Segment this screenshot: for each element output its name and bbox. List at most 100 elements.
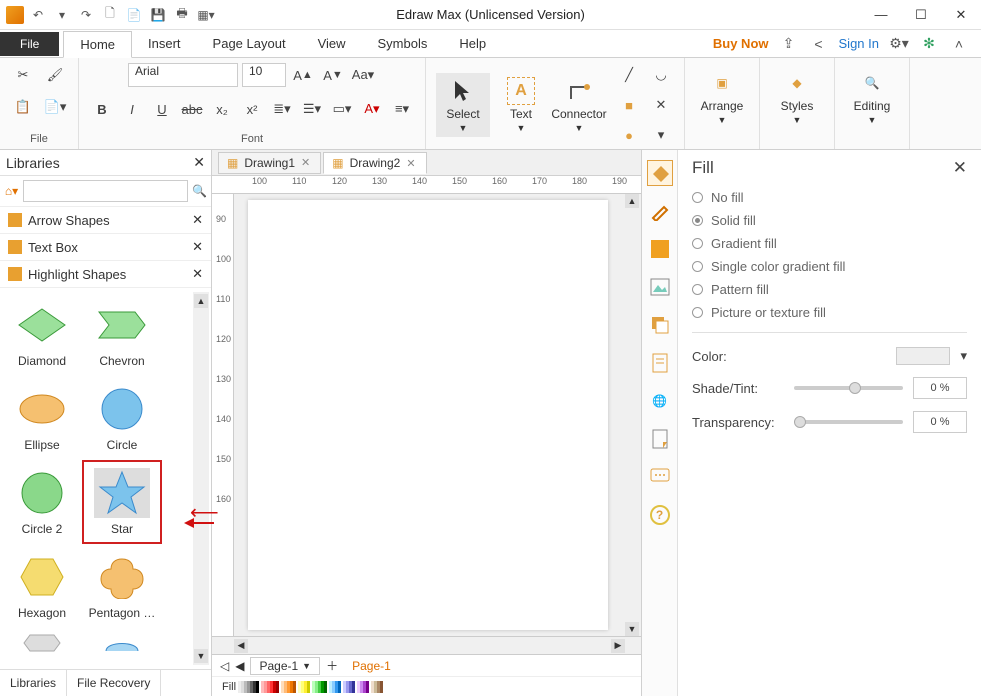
shade-spinner[interactable]: 0 % — [913, 377, 967, 399]
export-icon[interactable]: ⇪ — [779, 34, 799, 54]
redo-button[interactable]: ↷ — [76, 5, 96, 25]
image-icon[interactable] — [647, 274, 673, 300]
file-menu[interactable]: File — [0, 32, 59, 56]
qat-new-icon[interactable]: 🗋 — [100, 5, 120, 25]
font-color-icon[interactable]: A▾ — [359, 96, 385, 122]
footer-tab-libraries[interactable]: Libraries — [0, 670, 67, 696]
search-icon[interactable]: 🔍 — [192, 182, 207, 200]
subscript-button[interactable]: x₂ — [209, 96, 235, 122]
shape-circle2[interactable]: Circle 2 — [2, 460, 82, 544]
scroll-down-icon[interactable]: ▼ — [625, 622, 639, 636]
align-icon[interactable]: ≡▾ — [389, 96, 415, 122]
oval-shape-icon[interactable]: ● — [616, 122, 642, 148]
swatch-strip[interactable] — [371, 681, 383, 693]
buy-now-link[interactable]: Buy Now — [713, 36, 769, 51]
slider-knob[interactable] — [849, 382, 861, 394]
tab-view[interactable]: View — [302, 31, 362, 56]
page-tab-1[interactable]: Page-1▼ — [250, 657, 320, 675]
undo-button[interactable]: ↶ — [28, 5, 48, 25]
section-close-icon[interactable]: ✕ — [192, 212, 203, 228]
libraries-scrollbar[interactable]: ▲ ▼ — [193, 292, 209, 665]
connector-tool[interactable]: Connector▼ — [552, 73, 606, 137]
fill-option-no-fill[interactable]: No fill — [692, 186, 967, 209]
libraries-close-icon[interactable]: ✕ — [193, 154, 205, 171]
copy-icon[interactable]: 📋 — [10, 94, 36, 120]
home-icon[interactable]: ⌂▾ — [4, 182, 19, 200]
pages-prev2-icon[interactable]: ◀ — [235, 659, 244, 673]
slider-knob[interactable] — [794, 416, 806, 428]
bullets-icon[interactable]: ☰▾ — [299, 96, 325, 122]
format-painter-icon[interactable]: 🖌 — [42, 62, 68, 88]
tab-symbols[interactable]: Symbols — [362, 31, 444, 56]
fill-option-gradient[interactable]: Gradient fill — [692, 232, 967, 255]
shape-circle[interactable]: Circle — [82, 376, 162, 460]
canvas-vscroll[interactable]: ▲ ▼ — [625, 194, 641, 636]
scroll-right-icon[interactable]: ▶ — [611, 639, 625, 653]
change-case-icon[interactable]: Aa▾ — [350, 62, 376, 88]
canvas-hscroll[interactable]: ◀ ▶ — [212, 636, 641, 654]
close-icon[interactable]: ✕ — [406, 157, 415, 170]
shape-diamond[interactable]: Diamond — [2, 292, 82, 376]
tab-insert[interactable]: Insert — [132, 31, 197, 56]
comment-icon[interactable] — [647, 464, 673, 490]
maximize-button[interactable]: ☐ — [901, 0, 941, 30]
shape-hexagon[interactable]: Hexagon — [2, 544, 82, 628]
rect-shape-icon[interactable]: ■ — [616, 92, 642, 118]
globe-icon[interactable]: 🌐 — [647, 388, 673, 414]
strike-button[interactable]: abc — [179, 96, 205, 122]
styles-tool[interactable]: ◆Styles▼ — [770, 65, 824, 129]
underline-button[interactable]: U — [149, 96, 175, 122]
font-size-select[interactable]: 10 — [242, 63, 286, 87]
swatch-strip[interactable] — [238, 681, 259, 693]
swatch-strip[interactable] — [343, 681, 355, 693]
add-page-icon[interactable]: ＋ — [326, 657, 338, 674]
settings-icon[interactable]: ⚙▾ — [889, 34, 909, 54]
tab-help[interactable]: Help — [443, 31, 502, 56]
shape-chevron[interactable]: Chevron — [82, 292, 162, 376]
font-name-select[interactable]: Arial — [128, 63, 238, 87]
select-tool[interactable]: Select▼ — [436, 73, 490, 137]
collapse-ribbon-icon[interactable]: ˄ — [949, 34, 969, 54]
page-paper[interactable] — [248, 200, 608, 630]
swatch-strip[interactable] — [357, 681, 369, 693]
text-tool[interactable]: A Text▼ — [494, 73, 548, 137]
close-icon[interactable]: ✕ — [301, 156, 310, 169]
transparency-slider[interactable] — [794, 420, 903, 424]
app-icon[interactable] — [6, 6, 24, 24]
tab-page-layout[interactable]: Page Layout — [197, 31, 302, 56]
libraries-search-input[interactable] — [23, 180, 188, 202]
line-shape-icon[interactable]: ╱ — [616, 62, 642, 88]
tab-home[interactable]: Home — [63, 31, 132, 58]
section-text-box[interactable]: Text Box✕ — [0, 234, 211, 261]
cross-shape-icon[interactable]: ✕ — [648, 92, 674, 118]
scroll-up-icon[interactable]: ▲ — [194, 294, 208, 308]
swatch-strip[interactable] — [298, 681, 310, 693]
fill-option-pattern[interactable]: Pattern fill — [692, 278, 967, 301]
cut-icon[interactable]: ✂ — [10, 62, 36, 88]
fill-option-solid[interactable]: Solid fill — [692, 209, 967, 232]
section-close-icon[interactable]: ✕ — [192, 266, 203, 282]
note-icon[interactable] — [647, 426, 673, 452]
increase-font-icon[interactable]: A▲ — [290, 62, 316, 88]
page-surface[interactable] — [234, 194, 625, 636]
swatch-strip[interactable] — [312, 681, 327, 693]
bold-button[interactable]: B — [89, 96, 115, 122]
shape-ellipse[interactable]: Ellipse — [2, 376, 82, 460]
arc-shape-icon[interactable]: ◡ — [648, 62, 674, 88]
doc-tab-2[interactable]: ▦Drawing2✕ — [323, 152, 426, 174]
section-close-icon[interactable]: ✕ — [192, 239, 203, 255]
qat-save-icon[interactable]: 💾 — [148, 5, 168, 25]
fill-option-single-gradient[interactable]: Single color gradient fill — [692, 255, 967, 278]
logo-icon[interactable]: ✻ — [919, 34, 939, 54]
superscript-button[interactable]: x² — [239, 96, 265, 122]
shade-slider[interactable] — [794, 386, 903, 390]
sign-in-link[interactable]: Sign In — [839, 36, 879, 51]
paste-icon[interactable]: 📄▾ — [42, 94, 68, 120]
arrange-tool[interactable]: ▣Arrange▼ — [695, 65, 749, 129]
fill-close-icon[interactable]: ✕ — [953, 158, 967, 178]
undo-dropdown[interactable]: ▾ — [52, 5, 72, 25]
color-square-icon[interactable] — [647, 236, 673, 262]
help-icon[interactable]: ? — [647, 502, 673, 528]
line-spacing-icon[interactable]: ≣▾ — [269, 96, 295, 122]
pen-icon[interactable] — [647, 198, 673, 224]
